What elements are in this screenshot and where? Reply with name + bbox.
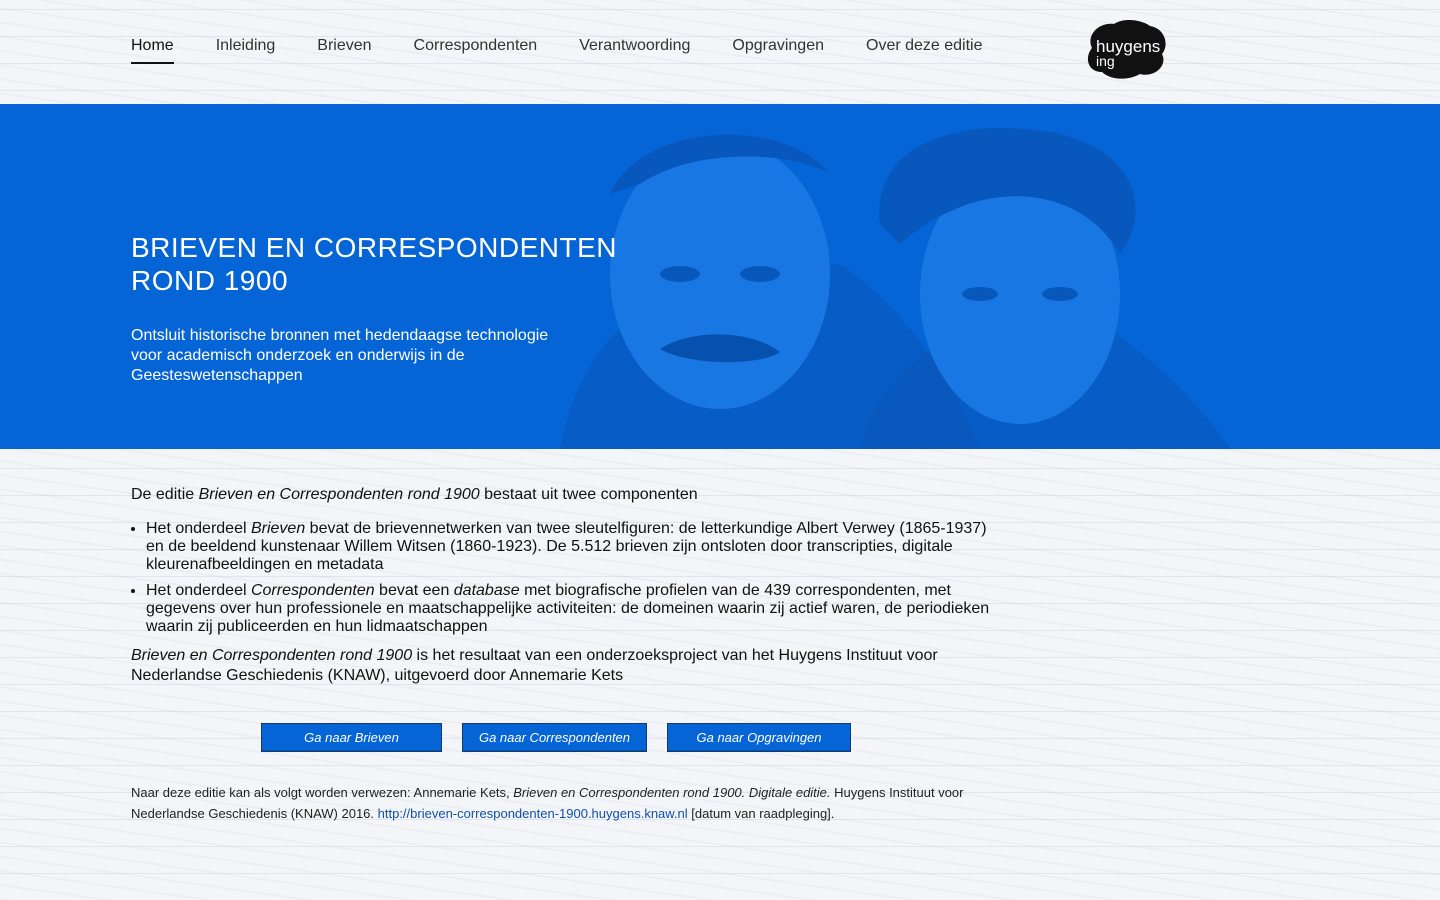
item-italic: Correspondenten: [250, 582, 375, 599]
item-prefix: Het onderdeel: [146, 582, 251, 599]
item-mid: bevat een: [374, 582, 454, 599]
item-prefix: Het onderdeel: [146, 520, 251, 537]
nav-item-over-deze-editie[interactable]: Over deze editie: [866, 36, 983, 64]
item-italic: Brieven: [250, 520, 306, 537]
nav-item-correspondenten[interactable]: Correspondenten: [414, 36, 538, 64]
nav-item-brieven[interactable]: Brieven: [317, 36, 371, 64]
nav-item-verantwoording[interactable]: Verantwoording: [579, 36, 690, 64]
nav-item-opgravingen[interactable]: Opgravingen: [732, 36, 824, 64]
navigation-buttons: Ga naar Brieven Ga naar Correspondenten …: [261, 723, 871, 752]
citation-note: Naar deze editie kan als volgt worden ve…: [131, 782, 1011, 824]
intro-prefix: De editie: [131, 486, 199, 503]
components-list: Het onderdeel Brieven bevat de brievenne…: [131, 520, 1001, 636]
top-navigation: Home Inleiding Brieven Correspondenten V…: [0, 0, 1440, 104]
citation-suffix: [datum van raadpleging].: [687, 806, 835, 821]
hero-banner: BRIEVEN EN CORRESPONDENTEN ROND 1900 Ont…: [0, 104, 1440, 449]
citation-link[interactable]: http://brieven-correspondenten-1900.huyg…: [378, 806, 688, 821]
go-to-opgravingen-button[interactable]: Ga naar Opgravingen: [667, 723, 851, 752]
list-item-correspondenten: Het onderdeel Correspondenten bevat een …: [146, 582, 1001, 636]
nav-item-inleiding[interactable]: Inleiding: [216, 36, 276, 64]
list-item-brieven: Het onderdeel Brieven bevat de brievenne…: [146, 520, 1001, 574]
result-paragraph: Brieven en Correspondenten rond 1900 is …: [131, 646, 1001, 686]
go-to-brieven-button[interactable]: Ga naar Brieven: [261, 723, 442, 752]
logo-text-ing: ing: [1096, 53, 1115, 69]
nav-item-home[interactable]: Home: [131, 36, 174, 64]
result-edition-title: Brieven en Correspondenten rond 1900: [131, 647, 413, 664]
citation-title: Brieven en Correspondenten rond 1900. Di…: [513, 785, 831, 800]
intro-paragraph: De editie Brieven en Correspondenten ron…: [131, 486, 1001, 504]
hero-subtitle: Ontsluit historische bronnen met hedenda…: [131, 327, 549, 384]
nav-menu: Home Inleiding Brieven Correspondenten V…: [131, 36, 1025, 64]
intro-suffix: bestaat uit twee componenten: [479, 486, 698, 503]
intro-edition-title: Brieven en Correspondenten rond 1900: [198, 486, 480, 503]
citation-prefix: Naar deze editie kan als volgt worden ve…: [131, 785, 514, 800]
main-content: De editie Brieven en Correspondenten ron…: [131, 486, 1001, 686]
page-title: BRIEVEN EN CORRESPONDENTEN ROND 1900: [131, 232, 617, 296]
item-italic-database: database: [453, 582, 520, 599]
go-to-correspondenten-button[interactable]: Ga naar Correspondenten: [462, 723, 647, 752]
huygens-ing-logo[interactable]: huygens ing: [1084, 18, 1168, 80]
